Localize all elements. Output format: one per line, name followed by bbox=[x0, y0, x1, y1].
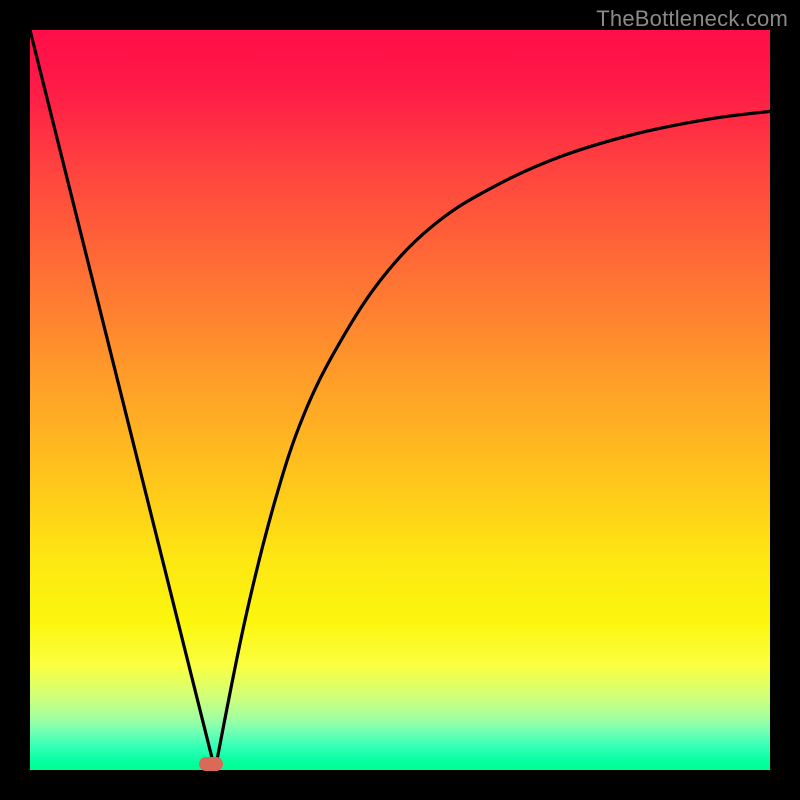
curve-svg bbox=[30, 30, 770, 770]
bottleneck-curve bbox=[30, 30, 770, 770]
attribution-text: TheBottleneck.com bbox=[596, 6, 788, 32]
minimum-marker bbox=[199, 757, 223, 771]
plot-area bbox=[30, 30, 770, 770]
chart-frame: TheBottleneck.com bbox=[0, 0, 800, 800]
